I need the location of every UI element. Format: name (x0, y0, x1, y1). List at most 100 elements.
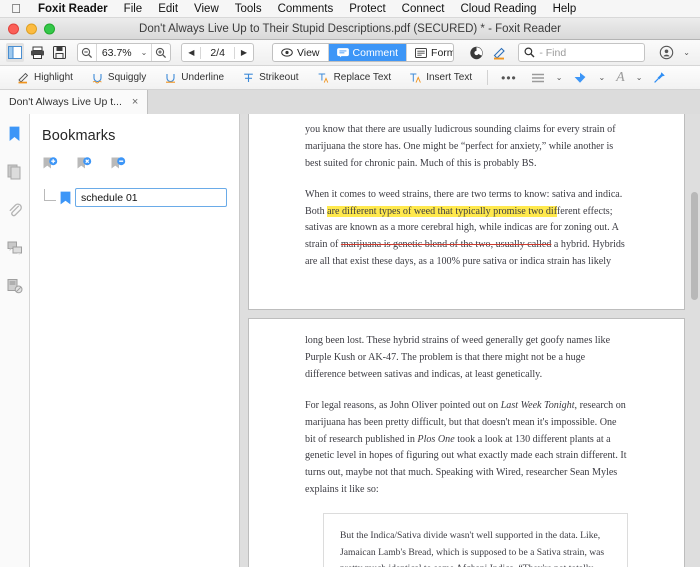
page2-para2-part-a: For legal reasons, as John Oliver pointe… (305, 400, 501, 411)
pdf-page-2[interactable]: long been lost. These hybrid strains of … (248, 318, 685, 567)
highlight-marker-icon (17, 72, 30, 84)
replace-text-icon (317, 72, 330, 84)
highlighter-pen-icon[interactable] (490, 43, 508, 62)
tab-comment[interactable]: Comment (329, 44, 408, 61)
menu-item-cloud-reading[interactable]: Cloud Reading (453, 0, 545, 18)
zoom-in-button[interactable] (151, 44, 170, 61)
sidebar-toggle-icon[interactable] (6, 43, 24, 62)
pull-quote-block: But the Indica/Sativa divide wasn't well… (323, 513, 628, 567)
tool-squiggly-label: Squiggly (108, 72, 146, 83)
vertical-scrollbar[interactable] (691, 192, 698, 300)
form-icon (415, 48, 427, 58)
comments-rail-icon[interactable] (5, 238, 25, 258)
line-style-caret-icon[interactable]: ⌄ (552, 73, 567, 82)
bookmarks-action-bar (30, 144, 239, 172)
document-tab[interactable]: Don't Always Live Up t... × (0, 90, 148, 114)
line-style-icon[interactable] (524, 72, 552, 84)
bookmark-title-input[interactable] (75, 188, 227, 207)
font-caret-icon[interactable]: ⌄ (632, 73, 647, 82)
zoom-dropdown-caret-icon[interactable]: ⌄ (137, 48, 152, 57)
tool-insert-text[interactable]: Insert Text (400, 68, 481, 88)
share-icon[interactable] (657, 43, 675, 62)
bookmarks-panel: Bookmarks (30, 114, 240, 567)
tool-underline[interactable]: Underline (155, 68, 233, 88)
page1-paragraph-1: you know that there are usually ludicrou… (305, 122, 628, 173)
menu-item-file[interactable]: File (116, 0, 151, 18)
close-tab-icon[interactable]: × (132, 96, 138, 108)
tool-insert-text-label: Insert Text (426, 72, 472, 83)
toolbar-divider (487, 70, 488, 85)
navigation-rail (0, 114, 30, 567)
zoom-button[interactable] (44, 23, 55, 34)
color-caret-icon[interactable]: ⌄ (594, 73, 609, 82)
tool-replace-text[interactable]: Replace Text (308, 68, 401, 88)
tool-strikeout-label: Strikeout (259, 72, 298, 83)
bookmarks-rail-icon[interactable] (5, 124, 25, 144)
menu-item-help[interactable]: Help (545, 0, 585, 18)
pdf-page-1[interactable]: If you've ever been inside a weed store,… (248, 114, 685, 310)
tool-highlight-label: Highlight (34, 72, 73, 83)
document-tab-label: Don't Always Live Up t... (9, 96, 122, 108)
comment-tools-toolbar: Highlight Squiggly Underline (0, 66, 700, 90)
previous-page-button[interactable]: ◀ (182, 48, 200, 57)
mode-switcher-group: View Comment (272, 43, 454, 62)
add-bookmark-icon[interactable] (42, 156, 58, 172)
font-style-button[interactable]: A (609, 70, 632, 86)
menu-item-tools[interactable]: Tools (227, 0, 270, 18)
layers-rail-icon[interactable] (5, 276, 25, 296)
tab-view[interactable]: View (273, 44, 329, 61)
delete-bookmark-icon[interactable] (76, 156, 92, 172)
close-button[interactable] (8, 23, 19, 34)
apple-logo-icon[interactable]:  (8, 2, 24, 15)
menu-item-comments[interactable]: Comments (270, 0, 342, 18)
page2-emphasis-2: Plos One (417, 434, 454, 445)
tab-form[interactable]: Form (407, 44, 454, 61)
tool-highlight[interactable]: Highlight (8, 68, 82, 88)
document-tab-strip: Don't Always Live Up t... × (0, 90, 700, 114)
tab-form-label: Form (431, 47, 454, 59)
bookmarks-panel-title: Bookmarks (30, 114, 239, 144)
app-body: Bookmarks (0, 114, 700, 567)
find-input[interactable]: - Find (518, 43, 645, 62)
tool-squiggly[interactable]: Squiggly (82, 68, 155, 88)
main-toolbar: 63.7% ⌄ ◀ 2/4 ▶ (0, 40, 700, 66)
comment-bubble-icon (337, 48, 349, 58)
save-icon[interactable] (51, 43, 69, 62)
zoom-control-group: 63.7% ⌄ (77, 43, 171, 62)
page-number-value[interactable]: 2/4 (200, 47, 235, 59)
window-controls (8, 23, 55, 34)
collapse-bookmark-icon[interactable] (110, 156, 126, 172)
snapshot-icon[interactable] (468, 43, 486, 62)
next-page-button[interactable]: ▶ (235, 48, 253, 57)
find-placeholder-text: - Find (539, 47, 566, 59)
color-swatch-icon[interactable] (566, 72, 594, 84)
menu-item-foxit-reader[interactable]: Foxit Reader (30, 0, 116, 18)
document-viewport[interactable]: If you've ever been inside a weed store,… (240, 114, 700, 567)
tool-strikeout[interactable]: Strikeout (233, 68, 307, 88)
page2-emphasis-1: Last Week Tonight (501, 400, 575, 411)
tool-replace-text-label: Replace Text (334, 72, 392, 83)
attachments-rail-icon[interactable] (5, 200, 25, 220)
share-dropdown-caret-icon[interactable]: ⌄ (679, 48, 694, 57)
menu-item-view[interactable]: View (186, 0, 227, 18)
more-tools-button[interactable]: ••• (494, 71, 524, 85)
zoom-out-button[interactable] (78, 44, 97, 61)
strikeout-annotation[interactable]: marijuana is genetic blend of the two, u… (341, 239, 552, 250)
window-title-bar: Don't Always Live Up to Their Stupid Des… (0, 18, 700, 40)
search-icon (524, 47, 535, 58)
window-title: Don't Always Live Up to Their Stupid Des… (0, 23, 700, 35)
pin-icon[interactable] (646, 71, 673, 84)
highlight-annotation[interactable]: are different types of weed that typical… (327, 206, 557, 217)
minimize-button[interactable] (26, 23, 37, 34)
printer-icon[interactable] (28, 43, 46, 62)
tool-underline-label: Underline (181, 72, 224, 83)
menu-item-connect[interactable]: Connect (394, 0, 453, 18)
zoom-level-value[interactable]: 63.7% (97, 47, 137, 59)
tree-elbow-connector (44, 189, 56, 201)
page2-paragraph-2: For legal reasons, as John Oliver pointe… (305, 398, 628, 499)
page-thumbnails-rail-icon[interactable] (5, 162, 25, 182)
menu-item-protect[interactable]: Protect (341, 0, 393, 18)
menu-item-edit[interactable]: Edit (150, 0, 186, 18)
bookmark-item[interactable] (44, 188, 239, 207)
page2-paragraph-1: long been lost. These hybrid strains of … (305, 333, 628, 384)
